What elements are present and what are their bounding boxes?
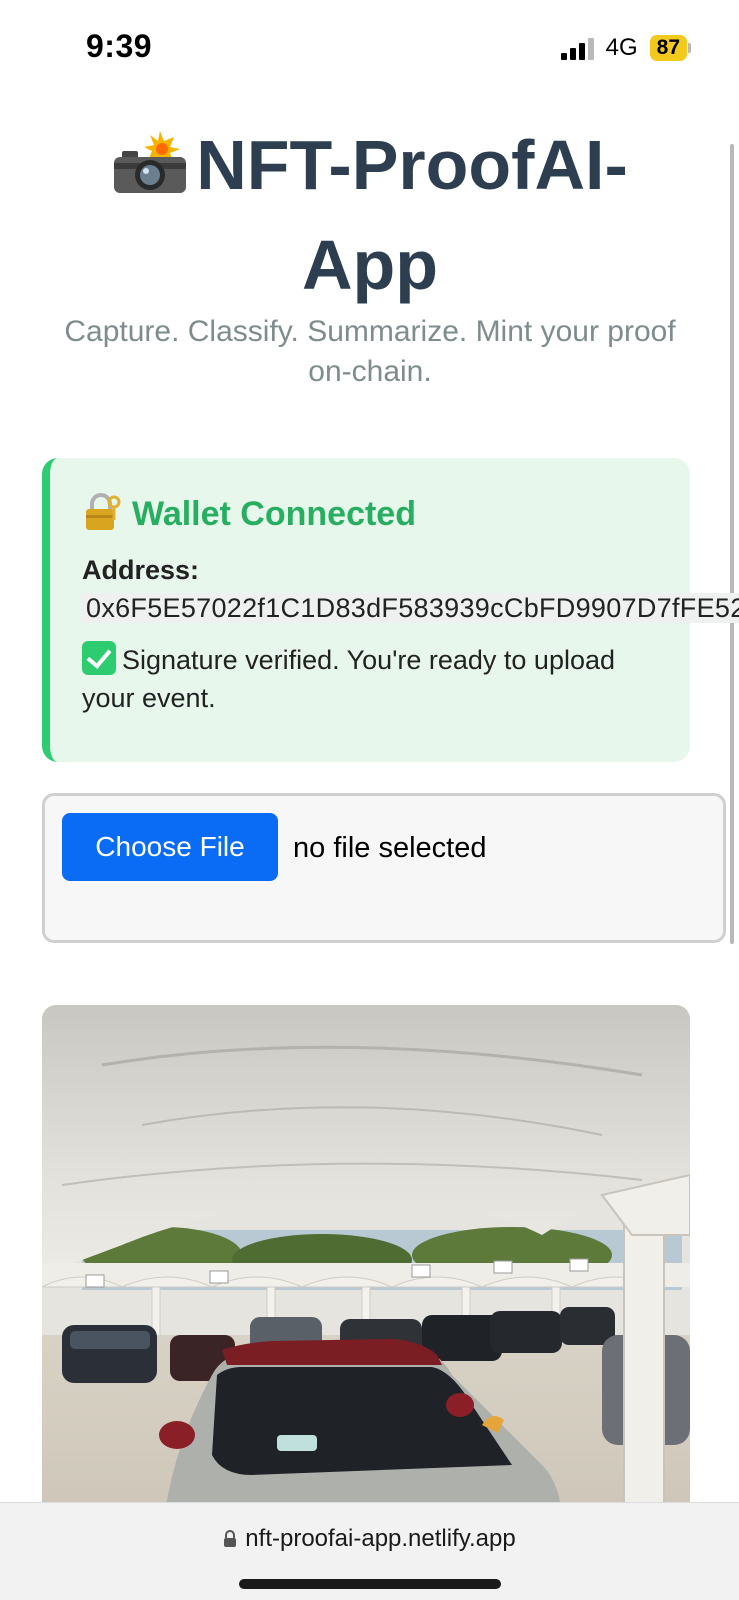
wallet-heading: Wallet Connected bbox=[82, 492, 658, 537]
network-type: 4G bbox=[605, 34, 638, 61]
verification-message: Signature verified. You're ready to uplo… bbox=[82, 645, 616, 713]
file-status: no file selected bbox=[293, 832, 487, 864]
wallet-address: 0x6F5E57022f1C1D83dF583939cCbFD9907D7fFE… bbox=[82, 593, 739, 623]
url-text: nft-proofai-app.netlify.app bbox=[245, 1525, 516, 1552]
home-indicator[interactable] bbox=[239, 1579, 501, 1589]
lock-icon bbox=[223, 1527, 237, 1555]
choose-file-button[interactable]: Choose File bbox=[62, 813, 278, 881]
page-title: NFT-ProofAI-App bbox=[60, 118, 680, 312]
battery-icon: 87 bbox=[649, 35, 691, 61]
battery-level: 87 bbox=[649, 35, 687, 61]
check-mark-icon bbox=[82, 641, 116, 675]
page-subtitle: Capture. Classify. Summarize. Mint your … bbox=[64, 315, 676, 388]
title-text: NFT-ProofAI-App bbox=[196, 126, 628, 304]
url-display[interactable]: nft-proofai-app.netlify.app bbox=[0, 1525, 739, 1555]
browser-address-bar[interactable]: nft-proofai-app.netlify.app bbox=[0, 1502, 739, 1600]
wallet-status: Wallet Connected bbox=[132, 495, 416, 533]
lock-with-key-icon bbox=[82, 492, 122, 537]
status-time: 9:39 bbox=[86, 28, 153, 64]
status-bar: 9:39 4G 87 bbox=[0, 0, 739, 100]
app-page: 9:39 4G 87 NFT-ProofAI-App Capture. Clas… bbox=[0, 0, 739, 1600]
address-label: Address: bbox=[82, 555, 200, 585]
wallet-address-row: Address: 0x6F5E57022f1C1D83dF583939cCbFD… bbox=[82, 551, 739, 627]
signal-strength-icon bbox=[560, 36, 594, 60]
camera-flash-icon bbox=[112, 124, 188, 218]
scrollbar[interactable] bbox=[730, 144, 734, 944]
file-upload-input[interactable]: Choose File no file selected bbox=[42, 793, 726, 943]
verification-message-row: Signature verified. You're ready to uplo… bbox=[82, 641, 658, 717]
status-indicators: 4G 87 bbox=[560, 34, 691, 62]
wallet-status-card: Wallet Connected Address: 0x6F5E57022f1C… bbox=[42, 458, 739, 762]
